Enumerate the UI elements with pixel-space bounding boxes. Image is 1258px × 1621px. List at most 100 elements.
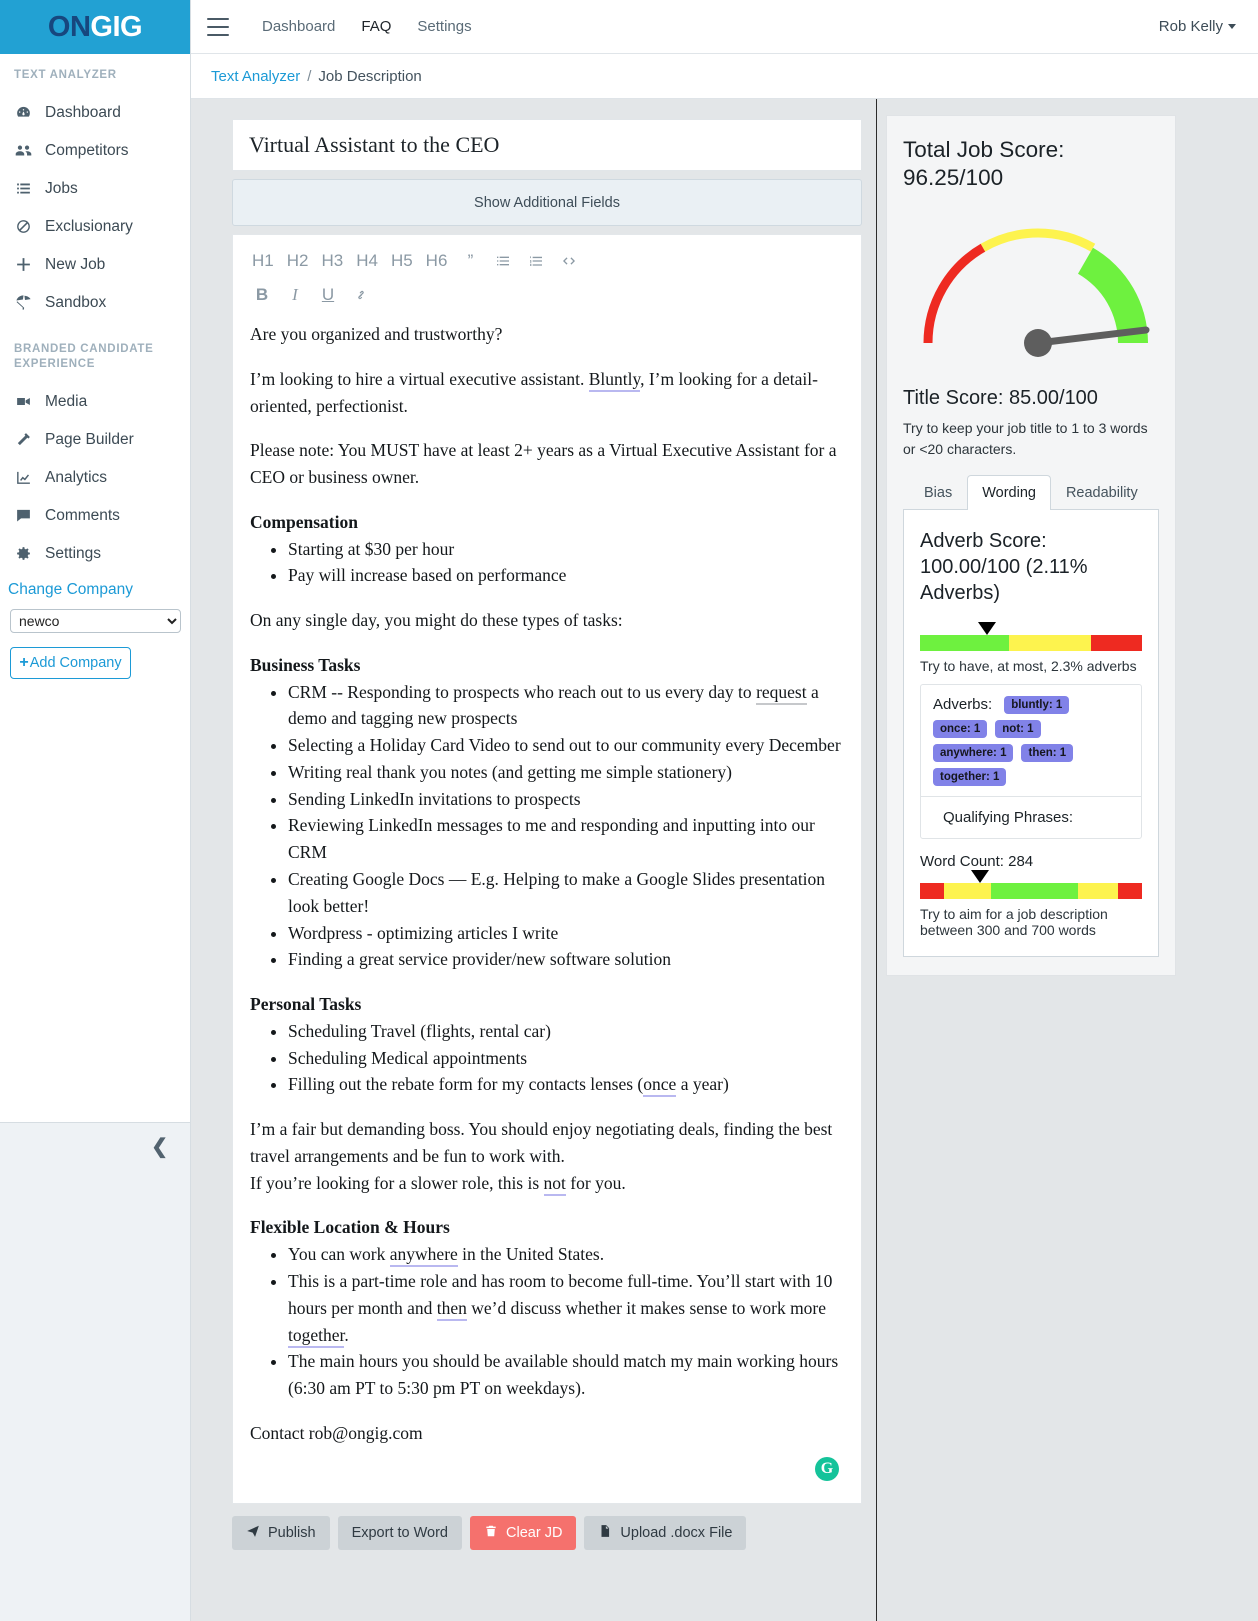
analysis-tabs: Bias Wording Readability [903, 474, 1159, 510]
heading-h6-button[interactable]: H6 [421, 247, 453, 275]
breadcrumb: Text Analyzer / Job Description [191, 54, 1258, 99]
link-icon[interactable] [346, 281, 376, 309]
heading-h1-button[interactable]: H1 [247, 247, 279, 275]
list-item: Filling out the rebate form for my conta… [288, 1071, 844, 1098]
chart-line-icon [14, 468, 33, 487]
adverb-badge[interactable]: once: 1 [933, 719, 988, 738]
paper-plane-icon [246, 1524, 260, 1542]
score-panel: Total Job Score: 96.25/100 Title Score: … [886, 115, 1176, 976]
adverb-meter-note: Try to have, at most, 2.3% adverbs [920, 657, 1137, 674]
show-additional-fields-button[interactable]: Show Additional Fields [232, 179, 862, 226]
underline-button[interactable]: U [313, 281, 343, 309]
change-company-link[interactable]: Change Company [0, 573, 190, 605]
logo-on: ON [47, 10, 91, 43]
user-menu[interactable]: Rob Kelly [1159, 18, 1236, 35]
topnav-dashboard[interactable]: Dashboard [249, 18, 348, 35]
job-description-editor: H1 H2 H3 H4 H5 H6 ” B I U Are you organi… [232, 234, 862, 1504]
word-count-meter-bar [920, 882, 1142, 899]
jd-paragraph: Are you organized and trustworthy? [250, 324, 503, 344]
qualifying-phrases-label: Qualifying Phrases: [921, 795, 1141, 838]
list-item: Selecting a Holiday Card Video to send o… [288, 732, 844, 759]
jd-text: You can work [288, 1244, 390, 1265]
bold-button[interactable]: B [247, 281, 277, 309]
sidebar-item-exclusionary[interactable]: Exclusionary [0, 208, 190, 246]
sidebar-item-dashboard[interactable]: Dashboard [0, 94, 190, 132]
export-to-word-button[interactable]: Export to Word [337, 1516, 463, 1550]
tab-readability[interactable]: Readability [1051, 475, 1153, 510]
logo-gig: GIG [90, 10, 143, 43]
meter-segment-red-low [920, 882, 945, 899]
jd-paragraph: On any single day, you might do these ty… [250, 610, 623, 631]
heading-h5-button[interactable]: H5 [386, 247, 418, 275]
italic-button[interactable]: I [280, 281, 310, 309]
jd-paragraph: If you’re looking for a slower role, thi… [250, 1170, 844, 1197]
clear-jd-button[interactable]: Clear JD [470, 1516, 577, 1550]
sidebar-item-media[interactable]: Media [0, 383, 190, 421]
adverb-meter [920, 621, 1142, 651]
app-logo[interactable]: ONGIG [0, 0, 190, 54]
breadcrumb-text-analyzer[interactable]: Text Analyzer [211, 68, 300, 85]
code-icon[interactable] [554, 247, 584, 275]
tab-wording[interactable]: Wording [967, 474, 1051, 510]
sidebar-item-analytics[interactable]: Analytics [0, 459, 190, 497]
sidebar-item-label: Comments [45, 506, 120, 524]
company-select[interactable]: newco [10, 608, 181, 633]
adverb-highlight-then: then [436, 1297, 467, 1321]
sidebar-item-label: New Job [45, 255, 106, 273]
list-item: Scheduling Medical appointments [288, 1045, 844, 1072]
job-title-input[interactable]: Virtual Assistant to the CEO [232, 119, 862, 171]
total-job-score-label: Total Job Score: [903, 137, 1065, 162]
jd-paragraph: Please note: You MUST have at least 2+ y… [250, 440, 837, 488]
chevron-left-icon[interactable]: ❮ [151, 1137, 168, 1157]
topnav-faq[interactable]: FAQ [348, 18, 404, 35]
gear-icon [14, 544, 33, 563]
quote-icon[interactable]: ” [455, 247, 485, 275]
upload-docx-label: Upload .docx File [620, 1525, 733, 1541]
list-item: Starting at $30 per hour [288, 536, 844, 563]
comment-icon [14, 506, 33, 525]
sidebar-item-comments[interactable]: Comments [0, 497, 190, 535]
adverb-badge[interactable]: together: 1 [933, 767, 1007, 786]
sidebar-item-jobs[interactable]: Jobs [0, 170, 190, 208]
sidebar-item-settings[interactable]: Settings [0, 535, 190, 573]
sidebar-item-page-builder[interactable]: Page Builder [0, 421, 190, 459]
job-description-body[interactable]: Are you organized and trustworthy? I’m l… [233, 315, 861, 1499]
adverb-badge[interactable]: anywhere: 1 [933, 743, 1014, 762]
sidebar-item-label: Settings [45, 544, 102, 562]
jd-paragraph: I’m looking to hire a virtual executive … [250, 366, 844, 420]
jd-list-business-tasks: CRM -- Responding to prospects who reach… [250, 679, 844, 973]
adverb-badge[interactable]: then: 1 [1021, 743, 1074, 762]
clear-jd-label: Clear JD [506, 1525, 563, 1541]
topnav-settings[interactable]: Settings [404, 18, 484, 35]
sidebar-item-label: Exclusionary [45, 217, 133, 235]
tab-bias[interactable]: Bias [909, 475, 967, 510]
editor-action-bar: Publish Export to Word Clear JD Upload .… [232, 1516, 862, 1550]
heading-h3-button[interactable]: H3 [316, 247, 348, 275]
top-navigation-bar: Dashboard FAQ Settings Rob Kelly [191, 0, 1258, 54]
adverb-badge[interactable]: bluntly: 1 [1004, 695, 1070, 714]
meter-segment-green [920, 634, 1009, 651]
grammarly-icon[interactable]: G [815, 1457, 839, 1481]
job-title-value: Virtual Assistant to the CEO [249, 132, 500, 157]
title-score-note: Try to keep your job title to 1 to 3 wor… [903, 420, 1148, 457]
heading-h4-button[interactable]: H4 [351, 247, 383, 275]
editor-column: Virtual Assistant to the CEO Show Additi… [232, 119, 862, 1550]
sidebar-item-label: Jobs [45, 179, 78, 197]
sidebar-footer: ❮ [0, 1122, 190, 1621]
sidebar-item-competitors[interactable]: Competitors [0, 132, 190, 170]
upload-docx-button[interactable]: Upload .docx File [584, 1516, 747, 1550]
jd-heading-flexible-location: Flexible Location & Hours [250, 1217, 450, 1238]
jd-list-personal-tasks: Scheduling Travel (flights, rental car) … [250, 1018, 844, 1098]
hamburger-icon[interactable] [207, 17, 229, 36]
adverb-meter-marker [977, 621, 996, 635]
hammer-icon [14, 430, 33, 449]
sidebar-item-new-job[interactable]: New Job [0, 246, 190, 284]
bullet-list-icon[interactable] [488, 247, 518, 275]
adverb-badge[interactable]: not: 1 [995, 719, 1041, 738]
heading-h2-button[interactable]: H2 [282, 247, 314, 275]
numbered-list-icon[interactable] [521, 247, 551, 275]
publish-button[interactable]: Publish [232, 1516, 330, 1550]
add-company-button[interactable]: + Add Company [10, 646, 131, 679]
adverb-details-box: Adverbs: bluntly: 1 once: 1 not: 1 anywh… [920, 683, 1142, 839]
sidebar-item-sandbox[interactable]: Sandbox [0, 284, 190, 322]
